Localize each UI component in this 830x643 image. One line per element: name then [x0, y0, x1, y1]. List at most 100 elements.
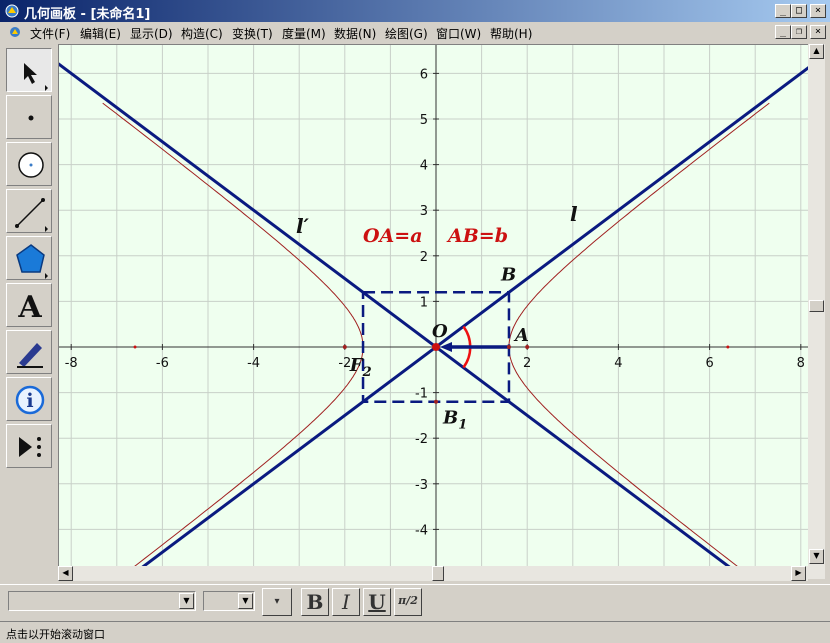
scroll-right-button[interactable]: ▶ [791, 566, 806, 581]
point-B1[interactable] [434, 399, 438, 404]
arrow-tool-icon [24, 63, 48, 91]
x-tick-label: 4 [614, 356, 622, 371]
horizontal-scrollbar[interactable]: ◀ ▶ [58, 566, 808, 581]
point-marker-right[interactable] [726, 345, 730, 349]
custom-tool-icon [19, 437, 41, 457]
menu-display[interactable]: 显示(D) [130, 25, 173, 42]
close-button[interactable]: × [810, 4, 826, 18]
label-B1[interactable]: B1 [442, 408, 467, 433]
menu-data[interactable]: 数据(N) [334, 25, 376, 42]
scroll-down-button[interactable]: ▼ [809, 549, 824, 564]
y-tick-label: 3 [420, 204, 428, 219]
custom-tool[interactable] [6, 424, 52, 468]
point-tool[interactable] [6, 95, 52, 139]
doc-restore-button[interactable]: ❐ [791, 25, 807, 39]
menu-help[interactable]: 帮助(H) [490, 25, 532, 42]
polygon-tool[interactable] [6, 236, 52, 280]
bold-button[interactable]: B [301, 588, 329, 616]
document-icon[interactable] [8, 25, 22, 39]
line-tool[interactable] [6, 189, 52, 233]
caption-OA-equals-a[interactable]: OA=a [363, 225, 423, 247]
menu-bar: 文件(F) 编辑(E) 显示(D) 构造(C) 变换(T) 度量(M) 数据(N… [0, 22, 830, 42]
label-F2[interactable]: F2 [349, 355, 372, 380]
menu-transform[interactable]: 变换(T) [232, 25, 273, 42]
doc-minimize-button[interactable]: _ [775, 25, 791, 39]
polygon-tool-icon [16, 244, 48, 279]
label-A[interactable]: A [513, 325, 529, 346]
toolbox: A i [4, 46, 54, 478]
italic-button[interactable]: I [332, 588, 360, 616]
scroll-left-button[interactable]: ◀ [58, 566, 73, 581]
grid-lines [59, 45, 808, 568]
info-tool-icon: i [15, 385, 45, 415]
compass-tool-icon [18, 152, 44, 178]
y-tick-label: -1 [415, 387, 428, 402]
y-tick-label: -2 [415, 432, 428, 447]
underline-button[interactable]: U [363, 588, 391, 616]
scroll-up-button[interactable]: ▲ [809, 44, 824, 59]
window-title: 几何画板 - [未命名1] [24, 7, 151, 22]
text-tool-icon: A [17, 290, 42, 325]
label-O[interactable]: O [432, 321, 448, 342]
line-tool-icon [15, 198, 48, 232]
menu-graph[interactable]: 绘图(G) [385, 25, 428, 42]
font-family-select[interactable]: ▼ [8, 591, 196, 611]
title-bar: 几何画板 - [未命名1] _ □ × [0, 0, 830, 22]
chevron-down-icon[interactable]: ▼ [238, 593, 253, 609]
math-symbol-button[interactable]: π/2 [394, 588, 422, 616]
vertical-scroll-thumb[interactable] [809, 300, 824, 312]
x-tick-label: 6 [705, 356, 713, 371]
text-tool[interactable]: A [6, 283, 52, 327]
svg-text:A: A [17, 290, 42, 325]
chevron-down-icon[interactable]: ▼ [179, 593, 194, 609]
marker-tool[interactable] [6, 330, 52, 374]
minimize-button[interactable]: _ [775, 4, 791, 18]
point-O[interactable] [432, 343, 440, 351]
color-dropdown-icon: ▾ [274, 596, 280, 607]
text-format-toolbar: ▼ ▼ ▾ B I U π/2 [0, 584, 830, 620]
svg-text:i: i [26, 390, 33, 412]
caption-AB-equals-b[interactable]: AB=b [446, 225, 508, 247]
y-axis-ticks: 6 5 4 3 2 1 -1 -2 -3 -4 [415, 67, 439, 538]
info-tool[interactable]: i [6, 377, 52, 421]
vertical-scrollbar[interactable]: ▲ ▼ [808, 44, 825, 579]
label-l[interactable]: l [570, 202, 578, 226]
y-tick-label: 6 [420, 67, 428, 82]
menu-window[interactable]: 窗口(W) [436, 25, 481, 42]
status-bar: 点击以开始滚动窗口 [0, 621, 830, 643]
font-size-select[interactable]: ▼ [203, 591, 255, 611]
menu-edit[interactable]: 编辑(E) [80, 25, 121, 42]
menu-file[interactable]: 文件(F) [30, 25, 70, 42]
x-tick-label: 8 [797, 356, 805, 371]
doc-close-button[interactable]: × [810, 25, 826, 39]
sketch-canvas[interactable]: -8 -6 -4 -2 2 4 6 8 6 5 4 3 2 1 -1 -2 -3 -4 O A B B1 F2 … [58, 44, 808, 568]
coordinate-plane: -8 -6 -4 -2 2 4 6 8 654321-1-2-3-4 O A B B1 F2 … [59, 45, 808, 568]
x-tick-label: -6 [156, 356, 169, 371]
app-icon [5, 4, 19, 18]
menu-measure[interactable]: 度量(M) [282, 25, 326, 42]
point-tool-icon [28, 115, 34, 121]
y-tick-label: 5 [420, 113, 428, 128]
horizontal-scroll-thumb[interactable] [432, 566, 444, 581]
arrow-tool[interactable] [6, 48, 52, 92]
status-message: 点击以开始滚动窗口 [6, 628, 105, 641]
point-F2[interactable] [342, 345, 347, 349]
axes [59, 45, 808, 568]
point-marker-left[interactable] [133, 345, 137, 349]
menu-construct[interactable]: 构造(C) [181, 25, 223, 42]
label-B[interactable]: B [500, 264, 516, 285]
text-color-button[interactable]: ▾ [262, 588, 292, 616]
y-tick-label: -3 [415, 478, 428, 493]
asymptote-l[interactable] [59, 45, 808, 568]
marker-tool-icon [17, 343, 43, 368]
x-tick-label: -4 [247, 356, 260, 371]
x-tick-label: 2 [523, 356, 531, 371]
y-tick-label: 4 [420, 159, 428, 174]
y-tick-label: -4 [415, 523, 428, 538]
compass-tool[interactable] [6, 142, 52, 186]
x-tick-label: -8 [65, 356, 78, 371]
point-A[interactable] [506, 345, 511, 349]
label-l-prime[interactable]: l′ [296, 214, 310, 238]
asymptote-l-prime[interactable] [59, 45, 808, 568]
maximize-button[interactable]: □ [791, 4, 807, 18]
